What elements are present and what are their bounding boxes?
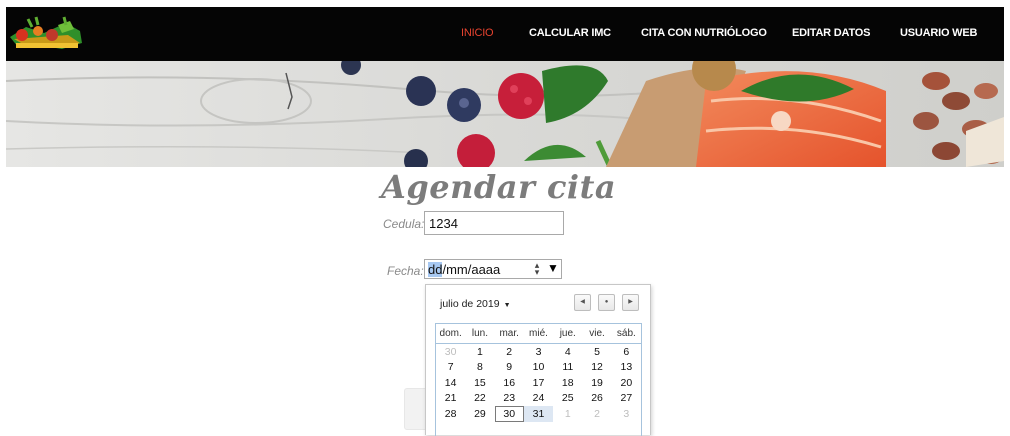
dropdown-arrow-icon[interactable]: ▼	[547, 261, 559, 275]
calendar-day[interactable]: 3	[612, 406, 641, 422]
weekday-header: vie.	[582, 324, 612, 344]
calendar-week-row: 28 29 30 31 1 2 3	[436, 406, 641, 422]
logo-icon[interactable]	[8, 13, 84, 55]
weekday-header: mar.	[494, 324, 524, 344]
date-spinner-icon[interactable]: ▴ ▾	[533, 261, 541, 277]
calendar-day[interactable]: 4	[553, 344, 582, 360]
prev-arrow-icon: ◀	[580, 299, 585, 305]
calendar-week-row: 14 15 16 17 18 19 20	[436, 375, 641, 391]
date-picker-popup: julio de 2019 ▼ ◀ ● ▶ dom. lun. mar. mié.…	[425, 284, 651, 436]
calendar-day[interactable]: 26	[582, 391, 611, 407]
calendar-day[interactable]: 19	[582, 375, 611, 391]
fecha-month-year-segment[interactable]: /mm/aaaa	[442, 262, 500, 277]
calendar-day[interactable]: 13	[612, 360, 641, 376]
calendar-day[interactable]: 10	[524, 360, 553, 376]
fecha-label: Fecha:	[387, 264, 424, 278]
calendar-day[interactable]: 23	[495, 391, 524, 407]
hero-banner	[6, 61, 1004, 167]
nav-item-editar-datos[interactable]: EDITAR DATOS	[792, 27, 870, 39]
weekday-header: dom.	[436, 324, 466, 344]
calendar-day[interactable]: 30	[436, 344, 465, 360]
calendar-day[interactable]: 15	[465, 375, 494, 391]
calendar-day[interactable]: 11	[553, 360, 582, 376]
calendar-day[interactable]: 24	[524, 391, 553, 407]
calendar-day[interactable]: 28	[436, 406, 465, 422]
calendar-day[interactable]: 1	[465, 344, 494, 360]
calendar-day[interactable]: 20	[612, 375, 641, 391]
calendar-day[interactable]: 2	[495, 344, 524, 360]
month-caret-icon: ▼	[503, 302, 511, 309]
weekday-header: mié.	[523, 324, 554, 344]
fecha-date-input[interactable]: dd/mm/aaaa ▴ ▾ ▼	[424, 259, 562, 279]
page-title: Agendar cita	[381, 168, 617, 206]
calendar-day[interactable]: 16	[495, 375, 524, 391]
month-selector[interactable]: julio de 2019 ▼	[440, 298, 511, 310]
nav-item-cita-nutriologo[interactable]: CITA CON NUTRIÓLOGO	[641, 27, 767, 39]
next-month-button[interactable]: ▶	[622, 294, 639, 311]
calendar-day[interactable]: 14	[436, 375, 465, 391]
weekday-header-row: dom. lun. mar. mié. jue. vie. sáb.	[436, 324, 641, 344]
next-arrow-icon: ▶	[628, 299, 633, 305]
calendar-day-selected[interactable]: 31	[523, 406, 554, 422]
calendar-day[interactable]: 5	[582, 344, 611, 360]
nav-item-calcular-imc[interactable]: CALCULAR IMC	[529, 27, 611, 39]
calendar-day[interactable]: 12	[582, 360, 611, 376]
calendar-day[interactable]: 2	[582, 406, 611, 422]
calendar-week-row: 7 8 9 10 11 12 13	[436, 360, 641, 376]
month-label: julio de 2019	[440, 298, 500, 310]
calendar-week-row: 21 22 23 24 25 26 27	[436, 391, 641, 407]
navbar: INICIO CALCULAR IMC CITA CON NUTRIÓLOGO …	[6, 7, 1004, 61]
calendar-day[interactable]: 25	[553, 391, 582, 407]
food-banner-image	[6, 61, 1004, 167]
calendar-grid: dom. lun. mar. mié. jue. vie. sáb. 30 1 …	[435, 323, 642, 436]
cedula-label: Cedula:	[383, 217, 425, 231]
weekday-header: lun.	[465, 324, 495, 344]
calendar-day[interactable]: 17	[524, 375, 553, 391]
fecha-date-text[interactable]: dd/mm/aaaa	[428, 262, 500, 277]
calendar-day[interactable]: 6	[612, 344, 641, 360]
calendar-day[interactable]: 1	[553, 406, 582, 422]
cedula-input[interactable]	[424, 211, 564, 235]
calendar-day[interactable]: 9	[495, 360, 524, 376]
calendar-day[interactable]: 7	[436, 360, 465, 376]
calendar-day[interactable]: 21	[436, 391, 465, 407]
calendar-day[interactable]: 29	[465, 406, 494, 422]
weekday-header: sáb.	[611, 324, 641, 344]
nav-item-usuario-web[interactable]: USUARIO WEB	[900, 27, 977, 39]
today-dot-icon: ●	[604, 299, 609, 305]
calendar-day[interactable]: 3	[524, 344, 553, 360]
calendar-day[interactable]: 27	[612, 391, 641, 407]
calendar-day[interactable]: 8	[465, 360, 494, 376]
calendar-week-row: 30 1 2 3 4 5 6	[436, 344, 641, 360]
fecha-day-segment[interactable]: dd	[428, 262, 443, 277]
calendar-day[interactable]: 18	[553, 375, 582, 391]
calendar-day[interactable]: 22	[465, 391, 494, 407]
prev-month-button[interactable]: ◀	[574, 294, 591, 311]
today-button[interactable]: ●	[598, 294, 615, 311]
calendar-day-today[interactable]: 30	[494, 406, 524, 422]
weekday-header: jue.	[553, 324, 583, 344]
nav-item-inicio[interactable]: INICIO	[461, 27, 494, 39]
